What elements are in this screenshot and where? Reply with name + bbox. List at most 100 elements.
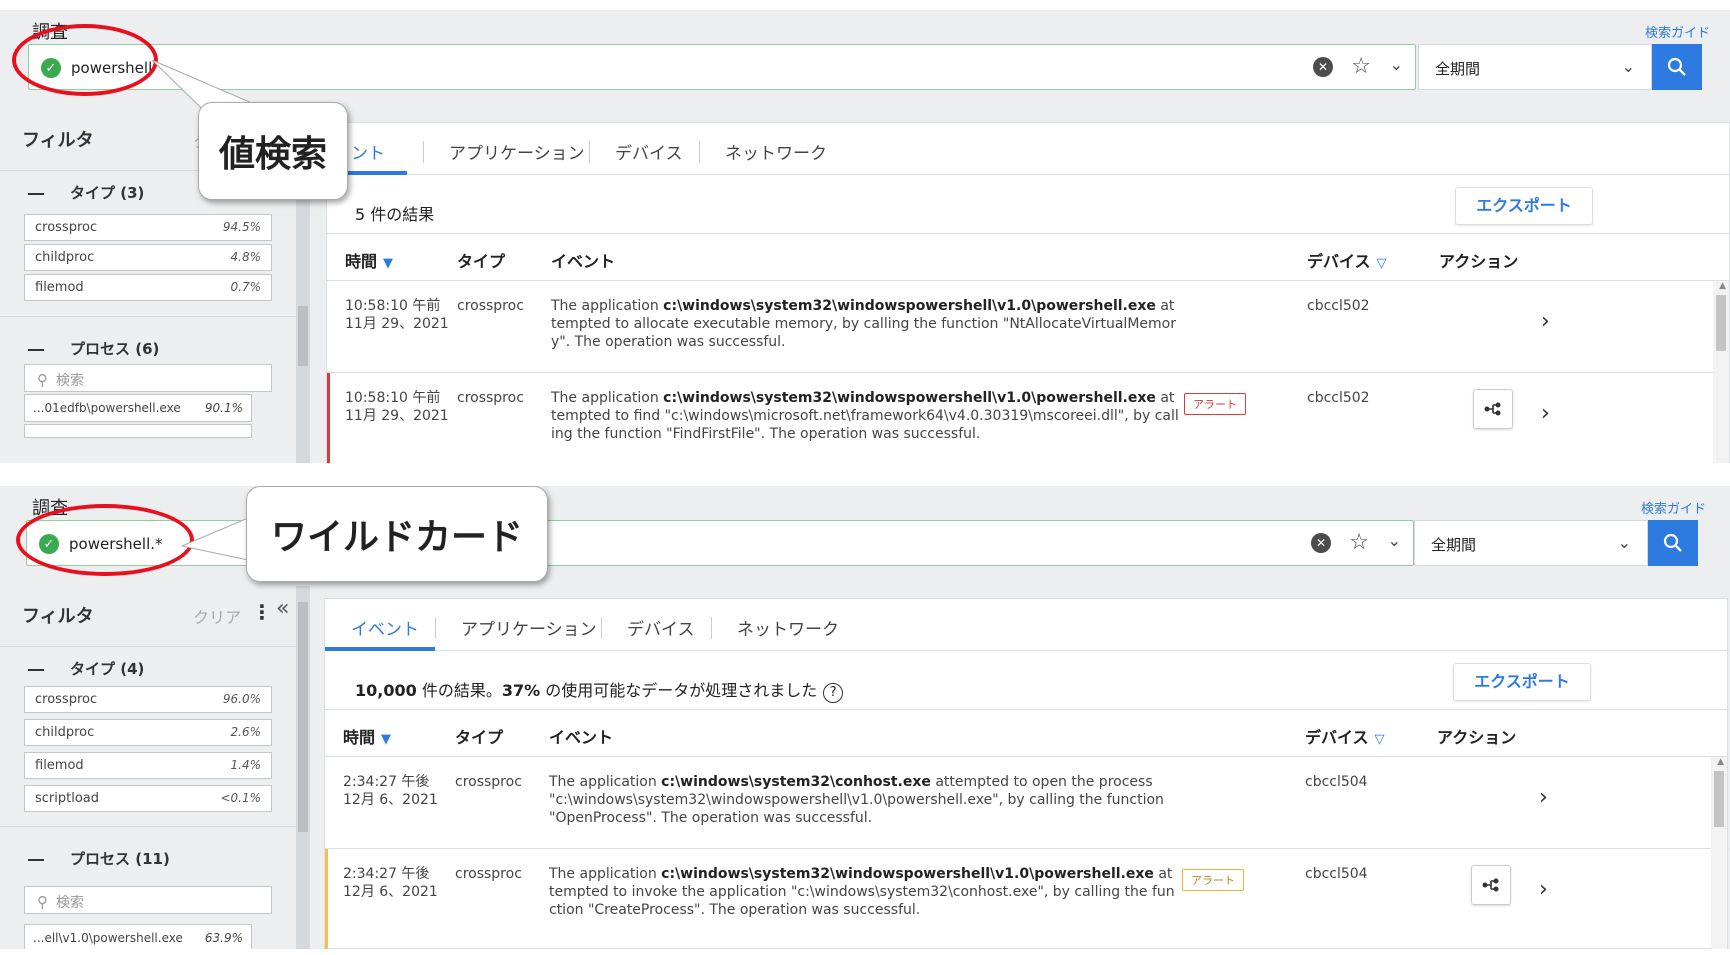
star-icon[interactable]: ☆ <box>1351 54 1371 79</box>
type-filter-row[interactable]: crossproc 94.5% <box>24 214 272 241</box>
result-tabs: ント アプリケーション デバイス ネットワーク <box>327 123 1730 175</box>
tab-applications[interactable]: アプリケーション <box>449 139 585 164</box>
process-filter-row[interactable]: ...01edfb\powershell.exe 90.1% <box>24 394 252 422</box>
result-count: 10,000 件の結果。37% の使用可能なデータが処理されました? <box>355 677 844 703</box>
event-type: crossproc <box>457 390 524 406</box>
period-value: 全期間 <box>1431 536 1477 554</box>
divider <box>435 617 436 639</box>
results-scroll-thumb <box>1716 295 1726 351</box>
chevron-right-icon[interactable]: › <box>1539 785 1548 810</box>
chevron-down-icon[interactable]: ⌄ <box>1390 55 1403 74</box>
event-time: 10:58:10 午前 11月 29、2021 <box>345 390 449 424</box>
chevron-down-icon: ⌄ <box>1617 533 1631 552</box>
type-filter-row[interactable]: childproc 4.8% <box>24 244 272 271</box>
filter-title: フィルタ <box>22 606 94 627</box>
event-time: 10:58:10 午前 11月 29、2021 <box>345 298 449 332</box>
column-event[interactable]: イベント <box>551 248 615 272</box>
period-select[interactable]: 全期間 ⌄ <box>1418 44 1652 90</box>
tab-network[interactable]: ネットワーク <box>725 139 827 164</box>
callout-value-search: 値検索 <box>198 102 348 200</box>
type-filter-row[interactable]: crossproc 96.0% <box>24 686 272 713</box>
search-button[interactable] <box>1648 520 1698 566</box>
highlight-ellipse <box>16 504 194 576</box>
process-search-input[interactable]: ⚲ 検索 <box>24 364 272 392</box>
column-device[interactable]: デバイス ▽ <box>1307 248 1387 272</box>
divider <box>601 617 602 639</box>
results-scrollbar[interactable]: ▲ <box>1711 757 1727 949</box>
process-section-header[interactable]: プロセス (11) <box>28 848 170 869</box>
table-row[interactable]: 2:34:27 午後 12月 6、2021 crossproc The appli… <box>325 849 1729 949</box>
table-row[interactable]: 2:34:27 午後 12月 6、2021 crossproc The appli… <box>325 757 1729 849</box>
table-header: 時間 ▼ タイプ イベント デバイス ▽ アクション <box>325 709 1729 757</box>
column-time[interactable]: 時間 ▼ <box>343 724 391 748</box>
results-scrollbar[interactable]: ▲ <box>1713 281 1729 473</box>
divider <box>589 141 590 163</box>
sidebar-scroll-thumb[interactable] <box>298 602 308 832</box>
process-tree-button[interactable] <box>1471 865 1511 905</box>
type-section-header[interactable]: タイプ (3) <box>28 182 144 203</box>
collapse-icon <box>28 192 44 195</box>
divider <box>0 316 310 317</box>
column-device[interactable]: デバイス ▽ <box>1305 724 1385 748</box>
divider <box>711 617 712 639</box>
chevron-down-icon[interactable]: ⌄ <box>1388 531 1401 550</box>
table-row[interactable]: 10:58:10 午前 11月 29、2021 crossproc The app… <box>327 373 1730 473</box>
divider <box>0 646 310 647</box>
clear-icon[interactable]: ✕ <box>1313 57 1333 77</box>
search-button[interactable] <box>1652 44 1702 90</box>
divider <box>699 141 700 163</box>
search-guide-link[interactable]: 検索ガイド <box>1641 498 1706 517</box>
process-section-header[interactable]: プロセス (6) <box>28 338 159 359</box>
process-filter-row[interactable] <box>24 424 252 438</box>
clear-icon[interactable]: ✕ <box>1311 533 1331 553</box>
search-icon <box>1663 533 1682 552</box>
event-type: crossproc <box>455 866 522 882</box>
tab-devices[interactable]: デバイス <box>615 139 683 164</box>
type-filter-row[interactable]: scriptload <0.1% <box>24 785 272 812</box>
period-select[interactable]: 全期間 ⌄ <box>1414 520 1648 566</box>
chevron-right-icon[interactable]: › <box>1541 401 1550 426</box>
type-filter-row[interactable]: childproc 2.6% <box>24 719 272 746</box>
filter-clear-button[interactable]: クリア <box>193 604 241 628</box>
collapse-sidebar-icon[interactable]: « <box>276 596 289 621</box>
process-filter-row[interactable]: ...ell\v1.0\powershell.exe 63.9% <box>24 924 252 949</box>
event-type: crossproc <box>457 298 524 314</box>
table-header: 時間 ▼ タイプ イベント デバイス ▽ アクション <box>327 233 1730 281</box>
filter-title: フィルタ <box>22 130 94 151</box>
sidebar-scroll-thumb[interactable] <box>298 306 308 366</box>
type-filter-row[interactable]: filemod 1.4% <box>24 752 272 779</box>
process-search-input[interactable]: ⚲ 検索 <box>24 886 272 914</box>
event-description: The application c:\windows\system32\conh… <box>549 774 1164 826</box>
sort-desc-icon: ▼ <box>381 732 392 747</box>
column-event[interactable]: イベント <box>549 724 613 748</box>
results-card: イベント アプリケーション デバイス ネットワーク 10,000 件の結果。37… <box>324 598 1729 949</box>
star-icon[interactable]: ☆ <box>1349 530 1369 555</box>
process-tree-icon <box>1484 402 1501 416</box>
column-type[interactable]: タイプ <box>457 248 505 272</box>
tab-events[interactable]: ント <box>351 139 385 164</box>
alert-badge: アラート <box>1182 869 1244 891</box>
filter-chevron-icon: ▽ <box>1374 732 1385 747</box>
result-count: 5 件の結果 <box>355 205 435 224</box>
process-tree-button[interactable] <box>1473 389 1513 429</box>
chevron-right-icon[interactable]: › <box>1541 309 1550 334</box>
help-icon[interactable]: ? <box>823 683 844 703</box>
tab-applications[interactable]: アプリケーション <box>461 615 597 640</box>
investigate-panel-wildcard: 調査 検索ガイド ✓ powershell.* ✕ ☆ ⌄ 全期間 ⌄ フィルタ… <box>0 486 1730 949</box>
tab-events[interactable]: イベント <box>351 615 419 640</box>
column-time[interactable]: 時間 ▼ <box>345 248 393 272</box>
tab-network[interactable]: ネットワーク <box>737 615 839 640</box>
more-options-icon[interactable]: ⋮ <box>252 600 272 624</box>
type-section-header[interactable]: タイプ (4) <box>28 658 144 679</box>
column-type[interactable]: タイプ <box>455 724 503 748</box>
alert-badge: アラート <box>1184 393 1246 415</box>
chevron-right-icon[interactable]: › <box>1539 877 1548 902</box>
export-button[interactable]: エクスポート <box>1453 663 1591 701</box>
event-device: cbccl502 <box>1307 298 1370 314</box>
tab-devices[interactable]: デバイス <box>627 615 695 640</box>
search-guide-link[interactable]: 検索ガイド <box>1645 22 1710 41</box>
event-type: crossproc <box>455 774 522 790</box>
export-button[interactable]: エクスポート <box>1455 187 1593 225</box>
table-row[interactable]: 10:58:10 午前 11月 29、2021 crossproc The app… <box>327 281 1730 373</box>
type-filter-row[interactable]: filemod 0.7% <box>24 274 272 301</box>
